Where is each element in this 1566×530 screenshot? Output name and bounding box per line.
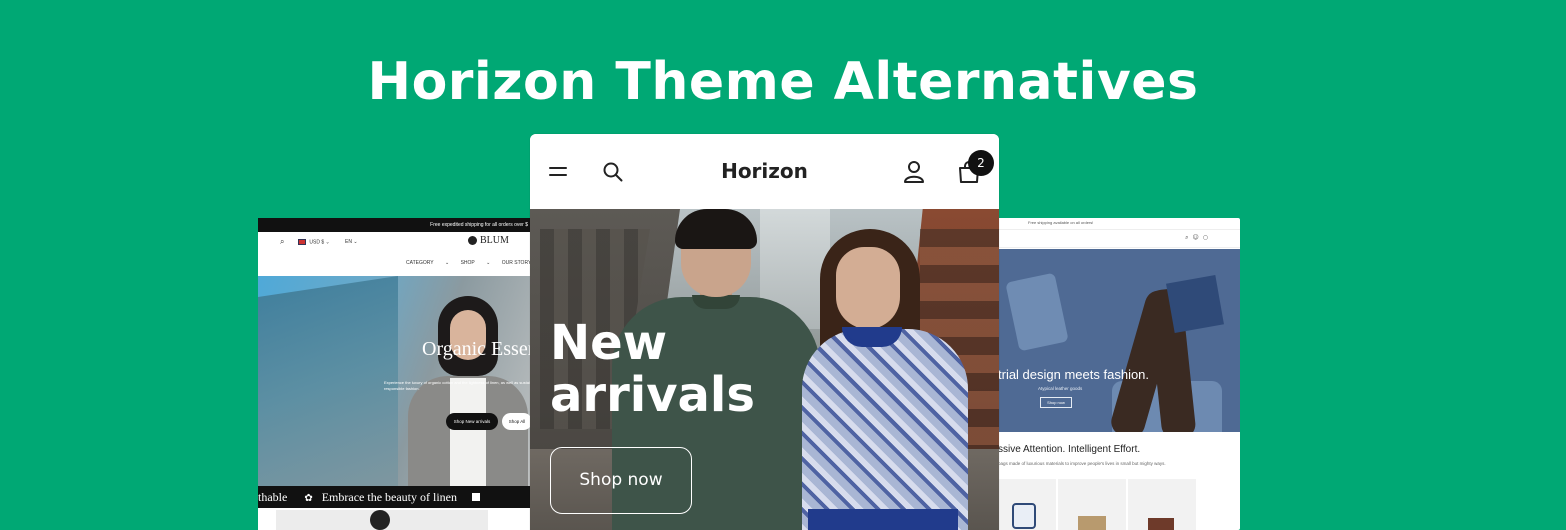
us-flag-icon	[298, 239, 306, 245]
hero-heading: Organic Essent	[422, 338, 544, 360]
tan-bag-image	[1078, 516, 1106, 530]
header-icons[interactable]: ⌕☺○	[1185, 234, 1212, 242]
store-header: Horizon 2	[530, 134, 999, 209]
store-logo[interactable]: Horizon	[530, 159, 999, 183]
brown-bag-image	[1148, 518, 1174, 530]
store-logo-text: BLUM	[480, 235, 509, 246]
language-selector[interactable]: EN ⌄	[345, 239, 358, 245]
currency-selector[interactable]: USD $ ⌄	[298, 239, 330, 245]
marquee-bar: thable ✿ Embrace the beauty of linen	[258, 486, 558, 508]
search-icon[interactable]: ⌕	[280, 237, 284, 247]
cart-count-badge: 2	[968, 150, 994, 176]
nav-item-category[interactable]: CATEGORY ⌄	[406, 260, 449, 266]
hero-heading: trial design meets fashion.	[998, 367, 1150, 382]
hero-subtext: Atypical leather goods	[1038, 386, 1083, 391]
marquee-text: Embrace the beauty of linen	[321, 490, 457, 504]
shop-all-button[interactable]: Shop All	[502, 413, 532, 430]
horizon-theme-preview: Horizon 2 New arrivals Shop now	[530, 134, 999, 530]
marquee-fragment: thable	[258, 490, 288, 504]
left-theme-preview: Free expedited shipping for all orders o…	[258, 218, 558, 530]
handbag-image	[1005, 272, 1069, 352]
handbag-image	[1166, 275, 1224, 333]
shop-new-arrivals-button[interactable]: Shop New arrivals	[446, 413, 498, 430]
cube-icon	[472, 493, 480, 501]
account-icon[interactable]	[903, 160, 925, 184]
flower-logo-icon	[468, 236, 477, 246]
blue-bag-image	[1012, 503, 1036, 529]
hero-banner: New arrivals Shop now	[530, 209, 999, 530]
shop-now-button[interactable]: Shop now	[550, 447, 692, 514]
section-subtitle: bags made of luxurious materials to impr…	[998, 461, 1166, 466]
currency-label: USD $	[309, 239, 325, 246]
hero-background-building	[258, 276, 398, 486]
store-logo[interactable]: BLUM	[468, 235, 509, 246]
nav-item-shop[interactable]: SHOP ⌄	[461, 260, 491, 266]
banner-title: Horizon Theme Alternatives	[367, 52, 1199, 112]
store-header: ⌕ USD $ ⌄ EN ⌄ BLUM CATEGORY ⌄ SHOP ⌄ OU…	[258, 232, 558, 276]
product-teaser	[258, 508, 558, 530]
hero-title-line1: New	[550, 315, 668, 371]
hero-title-line2: arrivals	[550, 367, 755, 423]
hero-title: New arrivals	[550, 317, 810, 421]
product-model-image	[370, 510, 390, 530]
flower-icon: ✿	[304, 493, 313, 504]
hero-banner: Organic Essent Experience the luxury of …	[258, 276, 558, 486]
language-label: EN	[345, 239, 352, 245]
hero-subtext: Experience the luxury of organic cotton …	[384, 380, 548, 391]
section-title: ssive Attention. Intelligent Effort.	[998, 444, 1141, 455]
announcement-bar: Free expedited shipping for all orders o…	[258, 218, 558, 232]
shop-now-button[interactable]: Shop now	[1040, 397, 1072, 408]
